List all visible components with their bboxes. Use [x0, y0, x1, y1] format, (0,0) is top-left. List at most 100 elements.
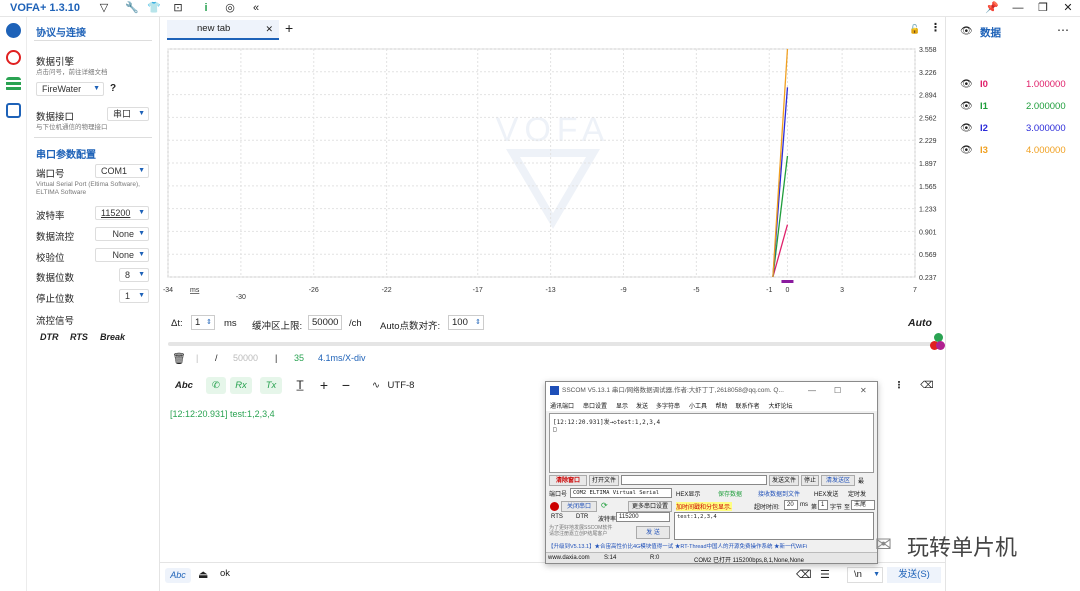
- sscom-menu-item[interactable]: 通讯端口: [550, 401, 574, 410]
- send-mode-button[interactable]: Abc: [165, 568, 191, 583]
- channel-row[interactable]: 👁 I0 1.000000: [946, 79, 1080, 93]
- minimize-icon[interactable]: —: [1010, 1, 1026, 16]
- chart-svg[interactable]: VOFA 3.558 3.226 2.894 2.562 2.229 1.897 1.565 1…: [160, 41, 945, 301]
- sscom-status-url[interactable]: www.daxia.com: [548, 555, 590, 561]
- slider-handle-purple[interactable]: [936, 341, 945, 350]
- sscom-byte-input[interactable]: 1: [818, 500, 828, 510]
- newline-select[interactable]: \n ▼: [847, 567, 883, 583]
- sscom-clear-send-button[interactable]: 清发送区: [821, 475, 855, 486]
- shirt-icon[interactable]: 👕: [146, 1, 162, 16]
- sscom-menu-item[interactable]: 发送: [636, 401, 648, 410]
- eraser-icon[interactable]: ⌫: [920, 377, 934, 394]
- zoom-out-icon[interactable]: −: [338, 377, 354, 394]
- pin-icon[interactable]: 📌: [984, 1, 1000, 16]
- sscom-stop-button[interactable]: 停止: [801, 475, 819, 486]
- tab-new-tab[interactable]: new tab ✕: [167, 20, 279, 40]
- rts-toggle[interactable]: RTS: [70, 332, 88, 342]
- dtr-toggle[interactable]: DTR: [40, 332, 59, 342]
- eraser-icon[interactable]: ⌫: [796, 568, 812, 581]
- sscom-window[interactable]: SSCOM V5.13.1 串口/网络数据调试器,作者:大虾丁丁,2618058…: [545, 381, 878, 564]
- connection-icon[interactable]: [6, 23, 21, 38]
- interface-select[interactable]: 串口 ▼: [107, 107, 149, 121]
- tx-toggle[interactable]: Tx: [260, 377, 282, 394]
- encoding-select[interactable]: UTF-8: [386, 377, 416, 394]
- sscom-ad-banner[interactable]: 【升级到V5.13.1】★合宙高性价比4G模块值得一试 ★RT-Thread中国…: [548, 542, 876, 550]
- sscom-hex-show[interactable]: HEX显示: [676, 489, 700, 498]
- help-button[interactable]: ?: [110, 83, 116, 94]
- text-mode-button[interactable]: Abc: [172, 377, 196, 394]
- waveform-chart[interactable]: VOFA 3.558 3.226 2.894 2.562 2.229 1.897 1.565 1…: [160, 41, 945, 301]
- send-input[interactable]: ok: [216, 565, 781, 585]
- rx-toggle[interactable]: Rx: [230, 377, 252, 394]
- send-file-icon[interactable]: ⏏: [198, 568, 208, 581]
- widgets-icon[interactable]: [6, 77, 21, 92]
- stopbits-select[interactable]: 1 ▼: [119, 289, 149, 303]
- sscom-tail-select[interactable]: 末尾: [851, 500, 875, 510]
- sscom-dtr-checkbox[interactable]: DTR: [576, 514, 588, 520]
- eye-icon[interactable]: 👁: [960, 123, 973, 134]
- sscom-recv-to-file[interactable]: 接收数据到文件: [758, 489, 800, 498]
- dt-stepper[interactable]: 1 ⇕: [191, 315, 215, 330]
- sscom-last-checkbox[interactable]: 最: [858, 476, 864, 485]
- sscom-menu-item[interactable]: 小工具: [689, 401, 707, 410]
- lock-icon[interactable]: 🔓: [909, 24, 920, 35]
- vofa-logo-icon[interactable]: ▽: [96, 1, 112, 16]
- sscom-receive-area[interactable]: [12:12:20.931]发→◇test:1,2,3,4 □: [549, 413, 874, 473]
- zoom-in-icon[interactable]: +: [316, 377, 332, 394]
- send-button[interactable]: 发送(S): [887, 567, 941, 583]
- auto-mode-button[interactable]: Auto: [908, 317, 932, 329]
- history-icon[interactable]: ☰: [820, 568, 830, 581]
- clear-format-icon[interactable]: T̲: [292, 377, 308, 394]
- close-icon[interactable]: ✕: [1060, 1, 1076, 16]
- sscom-baud-select[interactable]: 115200: [616, 512, 670, 522]
- minimize-icon[interactable]: —: [808, 382, 816, 399]
- trash-icon[interactable]: 🗑: [172, 352, 186, 365]
- phone-icon[interactable]: ✆: [206, 377, 226, 394]
- break-toggle[interactable]: Break: [100, 332, 125, 342]
- sscom-send-area[interactable]: test:1,2,3,4: [674, 512, 874, 540]
- maximize-icon[interactable]: ☐: [834, 382, 841, 399]
- sscom-close-port-button[interactable]: 关闭串口: [561, 501, 597, 512]
- sscom-hex-send[interactable]: HEX发送: [814, 489, 838, 498]
- baud-select[interactable]: 115200 ▼: [95, 206, 149, 220]
- sscom-menu-item[interactable]: 显示: [616, 401, 628, 410]
- screenshot-icon[interactable]: ⊡: [170, 1, 186, 16]
- buffer-input[interactable]: 50000: [308, 315, 342, 330]
- info-icon[interactable]: i: [198, 1, 214, 16]
- channel-row[interactable]: 👁 I2 3.000000: [946, 123, 1080, 137]
- sscom-timeout-input[interactable]: 20: [784, 500, 798, 510]
- copy-icon[interactable]: [6, 103, 21, 118]
- flow-select[interactable]: None ▼: [95, 227, 149, 241]
- fingerprint-icon[interactable]: ◎: [222, 1, 238, 16]
- sscom-port-select[interactable]: COM2 ELTIMA Virtual Serial: [570, 488, 672, 498]
- sscom-menu-item[interactable]: 大虾论坛: [769, 401, 793, 410]
- stepper-icon[interactable]: ⇕: [475, 316, 481, 329]
- more-icon[interactable]: ⋮: [894, 377, 904, 394]
- stepper-icon[interactable]: ⇕: [206, 316, 212, 329]
- parity-select[interactable]: None ▼: [95, 248, 149, 262]
- eye-icon[interactable]: 👁: [960, 145, 973, 156]
- close-icon[interactable]: ✕: [860, 382, 867, 399]
- sscom-menu-item[interactable]: 帮助: [716, 401, 728, 410]
- sscom-timed-send[interactable]: 定时发: [848, 489, 866, 498]
- sscom-send-button[interactable]: 发 送: [636, 526, 670, 539]
- sscom-menu-item[interactable]: 联系作者: [736, 401, 760, 410]
- engine-select[interactable]: FireWater ▼: [36, 82, 104, 96]
- collapse-icon[interactable]: «: [248, 1, 264, 16]
- add-tab-button[interactable]: +: [285, 20, 293, 36]
- sscom-menu-item[interactable]: 多字符串: [656, 401, 680, 410]
- databits-select[interactable]: 8 ▼: [119, 268, 149, 282]
- sscom-save-data[interactable]: 保存数据: [718, 489, 742, 498]
- sscom-open-file-button[interactable]: 打开文件: [589, 475, 619, 486]
- maximize-icon[interactable]: ❐: [1035, 1, 1051, 16]
- record-icon[interactable]: [6, 50, 21, 65]
- sscom-send-file-button[interactable]: 发送文件: [769, 475, 799, 486]
- eye-icon[interactable]: 👁: [960, 101, 973, 112]
- close-tab-icon[interactable]: ✕: [265, 20, 273, 38]
- wrench-icon[interactable]: 🔧: [124, 1, 140, 16]
- sscom-timestamp-checkbox[interactable]: 加时间戳和分包显示.: [676, 502, 732, 511]
- sscom-file-path[interactable]: [621, 475, 767, 485]
- sscom-rts-checkbox[interactable]: RTS: [551, 514, 563, 520]
- eye-icon[interactable]: 👁: [960, 26, 973, 37]
- channel-row[interactable]: 👁 I3 4.000000: [946, 145, 1080, 159]
